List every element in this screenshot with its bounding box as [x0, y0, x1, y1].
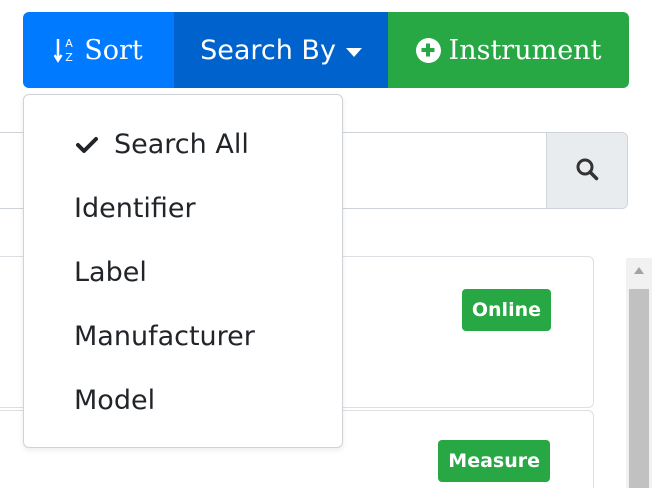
caret-down-icon: [345, 47, 362, 57]
search-by-button-label: Search By: [200, 34, 336, 66]
plus-circle-icon: [415, 37, 441, 63]
dropdown-item-identifier[interactable]: Identifier: [74, 189, 196, 229]
add-instrument-button[interactable]: Instrument: [388, 12, 629, 88]
add-instrument-button-label: Instrument: [448, 34, 602, 66]
sort-button-label: Sort: [84, 34, 143, 66]
dropdown-item-model[interactable]: Model: [74, 381, 155, 421]
dropdown-item-label: Search All: [114, 129, 249, 160]
status-badge: Measure: [438, 440, 550, 482]
search-button[interactable]: [546, 133, 627, 208]
search-by-button[interactable]: Search By: [174, 12, 388, 88]
svg-text:Z: Z: [65, 51, 73, 64]
dropdown-item-search-all[interactable]: Search All: [76, 125, 249, 165]
svg-text:A: A: [65, 37, 73, 50]
scrollbar-thumb[interactable]: [629, 289, 649, 488]
page: A Z Sort Search By Instrument Online Mea…: [0, 0, 652, 488]
sort-alpha-down-icon: A Z: [54, 36, 76, 64]
dropdown-item-manufacturer[interactable]: Manufacturer: [74, 317, 255, 357]
list-scrollbar[interactable]: [626, 258, 652, 488]
scroll-up-arrow-icon[interactable]: [634, 267, 644, 274]
status-badge: Online: [461, 289, 551, 331]
sort-button[interactable]: A Z Sort: [23, 12, 174, 88]
search-icon: [575, 157, 599, 185]
dropdown-item-label[interactable]: Label: [74, 253, 147, 293]
search-by-dropdown-menu: Search All Identifier Label Manufacturer…: [23, 94, 343, 448]
check-icon: [76, 136, 98, 154]
toolbar-button-group: A Z Sort Search By Instrument: [23, 12, 629, 88]
